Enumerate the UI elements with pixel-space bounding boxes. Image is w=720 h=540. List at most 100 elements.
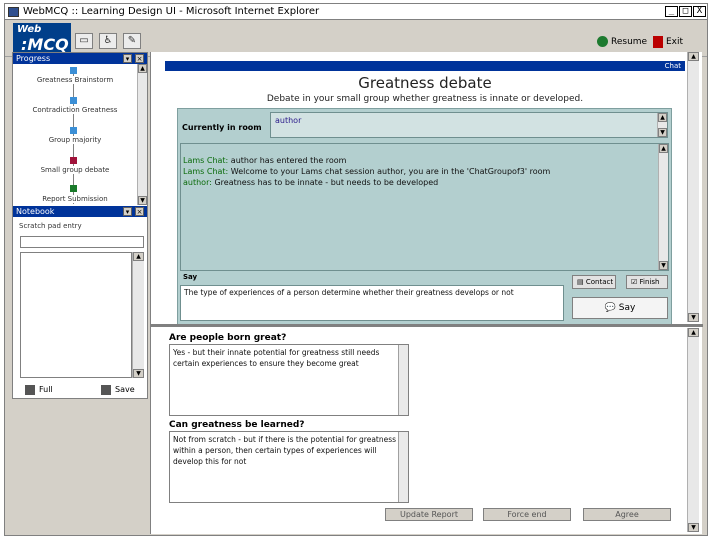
scroll-up-icon[interactable]: ▲ <box>133 252 144 261</box>
progress-step-label: Contradiction Greatness <box>13 106 137 114</box>
exit-button[interactable]: Exit <box>653 34 683 50</box>
progress-step-label: Group majority <box>13 136 137 144</box>
contact-label: Contact <box>585 278 614 286</box>
exit-label: Exit <box>666 37 684 47</box>
folder-icon[interactable]: ▭ <box>75 33 93 49</box>
contact-icon: ▤ <box>577 278 586 286</box>
minimize-button[interactable]: _ <box>665 6 678 17</box>
left-sidebar: Progress ▾ × Greatness Brainstorm Contra… <box>12 52 148 399</box>
activity-instructions: Debate in your small group whether great… <box>266 94 584 104</box>
maximize-button[interactable]: □ <box>679 6 692 17</box>
resume-button[interactable]: Resume <box>597 34 647 50</box>
scroll-down-icon[interactable]: ▼ <box>688 313 699 322</box>
progress-step-label: Greatness Brainstorm <box>13 76 137 84</box>
message-text: author has entered the room <box>228 156 347 165</box>
scroll-down-icon[interactable]: ▼ <box>658 128 667 137</box>
message-author: Lams Chat: <box>183 167 229 176</box>
progress-step-node[interactable] <box>70 67 77 74</box>
question-1-label: Are people born great? <box>169 333 287 343</box>
scroll-down-icon[interactable]: ▼ <box>688 523 699 532</box>
person-icon[interactable]: ♿ <box>99 33 117 49</box>
say-button[interactable]: 💬 Say <box>572 297 668 319</box>
progress-step-node-current[interactable] <box>70 157 77 164</box>
message-text: Welcome to your Lams chat session author… <box>228 167 551 176</box>
notebook-panel-header: Notebook ▾ × <box>13 206 147 217</box>
chat-message: Lams Chat: Welcome to your Lams chat ses… <box>183 167 550 176</box>
force-end-button[interactable]: Force end <box>483 508 571 521</box>
chat-scrollbar[interactable]: ▲ ▼ <box>658 144 668 270</box>
progress-step-node[interactable] <box>70 97 77 104</box>
chat-tab[interactable]: Chat <box>165 61 685 71</box>
close-progress-icon[interactable]: × <box>135 54 144 63</box>
resume-label: Resume <box>611 37 648 47</box>
say-input[interactable]: The type of experiences of a person dete… <box>180 285 564 321</box>
finish-button[interactable]: ☑ Finish <box>626 275 668 289</box>
progress-scrollbar[interactable]: ▲ ▼ <box>137 64 147 205</box>
room-user-list[interactable]: author ▲ ▼ <box>270 112 668 138</box>
message-text: Greatness has to be innate - but needs t… <box>211 178 439 187</box>
full-button[interactable]: Full <box>25 383 53 397</box>
scratch-pad-title-input[interactable] <box>20 236 144 248</box>
room-label: Currently in room <box>182 123 262 132</box>
ie-icon <box>8 7 19 17</box>
scroll-up-icon[interactable]: ▲ <box>138 64 147 73</box>
room-user[interactable]: author <box>275 116 301 125</box>
save-label: Save <box>115 385 135 394</box>
resume-icon <box>597 36 608 47</box>
lower-frame-scrollbar[interactable]: ▲ ▼ <box>687 328 699 532</box>
close-button[interactable]: X <box>693 6 706 17</box>
answer-1-text: Yes - but their innate potential for gre… <box>173 348 380 368</box>
scroll-down-icon[interactable]: ▼ <box>659 261 668 270</box>
progress-step-node[interactable] <box>70 127 77 134</box>
title-bar: WebMCQ :: Learning Design UI - Microsoft… <box>5 4 707 20</box>
scroll-up-icon[interactable]: ▲ <box>688 328 699 337</box>
scratch-pad-textarea[interactable] <box>20 252 132 378</box>
chat-panel: Currently in room author ▲ ▼ Lams Chat: … <box>177 108 672 325</box>
expand-icon <box>25 384 35 395</box>
notebook-scrollbar[interactable]: ▲ ▼ <box>132 252 144 378</box>
logo-top-text: Web <box>17 24 42 35</box>
say-label: Say <box>183 273 198 281</box>
progress-step-label: Report Submission <box>13 195 137 203</box>
main-content: Chat Greatness debate Debate in your sma… <box>150 52 703 534</box>
chat-message: author: Greatness has to be innate - but… <box>183 178 438 187</box>
full-label: Full <box>39 385 53 394</box>
activity-title: Greatness debate <box>358 74 492 92</box>
finish-label: Finish <box>639 278 660 286</box>
progress-map: Greatness Brainstorm Contradiction Great… <box>13 64 137 205</box>
upper-frame-scrollbar[interactable]: ▲ ▼ <box>687 52 699 322</box>
room-list-scrollbar[interactable]: ▲ ▼ <box>657 113 667 137</box>
update-report-button[interactable]: Update Report <box>385 508 473 521</box>
save-button[interactable]: Save <box>101 383 135 397</box>
scroll-up-icon[interactable]: ▲ <box>688 52 699 61</box>
scroll-down-icon[interactable]: ▼ <box>133 369 144 378</box>
agree-button[interactable]: Agree <box>583 508 671 521</box>
say-button-label: Say <box>618 303 636 313</box>
answer-1-scrollbar[interactable] <box>398 345 408 415</box>
message-author: author: <box>183 178 212 187</box>
scroll-down-icon[interactable]: ▼ <box>138 196 147 205</box>
notepad-icon[interactable]: ✎ <box>123 33 141 49</box>
scroll-up-icon[interactable]: ▲ <box>659 144 668 153</box>
progress-step-node[interactable] <box>70 185 77 192</box>
collapse-progress-icon[interactable]: ▾ <box>123 54 132 63</box>
scratch-pad-label: Scratch pad entry <box>19 222 82 230</box>
notebook-title: Notebook <box>16 207 55 216</box>
contact-button[interactable]: ▤ Contact <box>572 275 616 289</box>
chat-message: Lams Chat: author has entered the room <box>183 156 346 165</box>
checkbox-icon: ☑ <box>631 278 640 286</box>
answer-2-scrollbar[interactable] <box>398 432 408 502</box>
frame-divider[interactable] <box>151 324 703 327</box>
scroll-up-icon[interactable]: ▲ <box>658 113 667 122</box>
close-notebook-icon[interactable]: × <box>135 207 144 216</box>
answer-1-textarea[interactable]: Yes - but their innate potential for gre… <box>169 344 409 416</box>
speech-bubble-icon: 💬 <box>604 303 619 313</box>
progress-title: Progress <box>16 54 51 63</box>
answer-2-text: Not from scratch - but if there is the p… <box>173 435 397 466</box>
collapse-notebook-icon[interactable]: ▾ <box>123 207 132 216</box>
save-icon <box>101 384 111 395</box>
answer-2-textarea[interactable]: Not from scratch - but if there is the p… <box>169 431 409 503</box>
question-2-label: Can greatness be learned? <box>169 420 305 430</box>
exit-icon <box>653 35 663 48</box>
chat-messages[interactable]: Lams Chat: author has entered the room L… <box>180 143 669 271</box>
